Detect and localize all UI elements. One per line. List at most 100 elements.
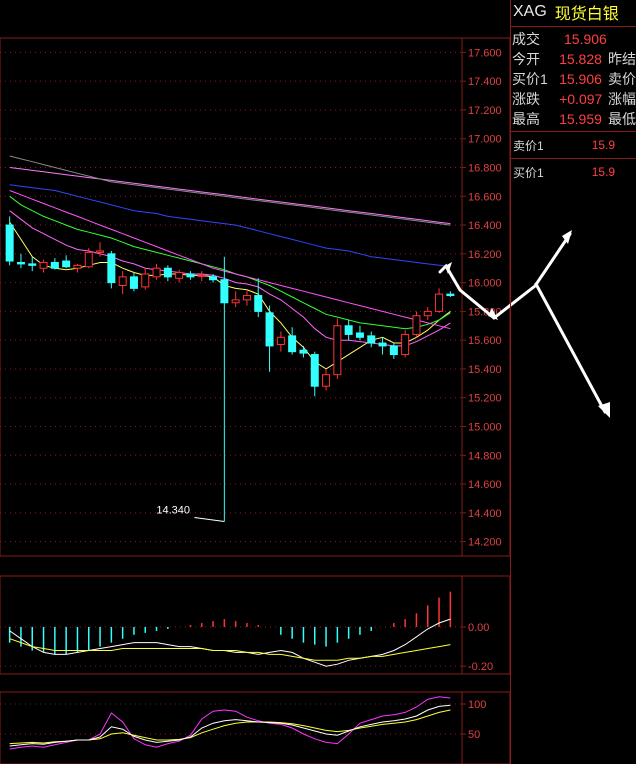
order-book-bid: 买价1 15.9 xyxy=(511,161,636,183)
quote-label: 最高 xyxy=(512,111,540,127)
quote-divider xyxy=(511,26,636,27)
quote-panel: XAG 现货白银 成交 15.906 今开 15.828 昨结 买价1 15.9… xyxy=(510,0,636,764)
candle-down xyxy=(310,354,319,387)
quote-label: 涨跌 xyxy=(512,91,540,107)
quote-header: XAG 现货白银 xyxy=(511,0,636,24)
candle-up xyxy=(197,274,206,277)
low-annotation-label: 14.340 xyxy=(156,504,190,516)
price-panel-tick-label: 16.800 xyxy=(468,163,502,175)
price-panel-tick-label: 16.000 xyxy=(468,278,502,290)
price-panel-tick-label: 17.000 xyxy=(468,134,502,146)
price-panel-tick-label: 14.200 xyxy=(468,537,502,549)
candle-down xyxy=(220,279,229,304)
candle-up xyxy=(333,325,342,376)
price-panel-tick-label: 15.000 xyxy=(468,422,502,434)
kdj-panel-frame xyxy=(0,691,511,764)
candle-up xyxy=(423,310,432,317)
candle-up xyxy=(39,261,48,269)
kdj-k-line xyxy=(9,704,451,747)
candle-down xyxy=(28,263,37,266)
macd-panel-tick-label: -0.20 xyxy=(468,661,493,673)
candle-up xyxy=(412,315,421,335)
moving-average-line-1 xyxy=(9,221,451,370)
candle-down xyxy=(446,293,455,297)
candle-up xyxy=(401,333,410,356)
candle-up xyxy=(84,251,93,268)
macd-dea-line xyxy=(9,638,451,661)
quote-label2: 昨结 xyxy=(608,51,636,67)
macd-dif-line xyxy=(9,618,451,667)
price-panel-tick-label: 17.400 xyxy=(468,76,502,88)
candle-down xyxy=(344,325,353,335)
candle-down xyxy=(367,335,376,344)
candle-up xyxy=(73,264,82,269)
quote-label2: 涨幅 xyxy=(608,91,636,107)
candle-down xyxy=(389,345,398,356)
price-panel-tick-label: 15.600 xyxy=(468,335,502,347)
moving-average-line-4 xyxy=(9,190,451,330)
quote-label: 买价1 xyxy=(512,71,548,87)
candle-down xyxy=(254,295,263,312)
quote-name: 现货白银 xyxy=(554,6,619,23)
candle-down xyxy=(378,342,387,347)
candle-down xyxy=(265,312,274,347)
price-panel-tick-label: 17.200 xyxy=(468,105,502,117)
quote-row-bid: 买价1 15.906 卖价 xyxy=(511,69,636,89)
candle-down xyxy=(62,260,71,268)
ask-label: 卖价1 xyxy=(513,138,544,153)
quote-row-last: 成交 15.906 xyxy=(511,29,636,49)
quote-label: 今开 xyxy=(512,51,540,67)
quote-value: +0.097 xyxy=(559,91,603,107)
order-book-ask: 卖价1 15.9 xyxy=(511,134,636,156)
bid-value: 15.9 xyxy=(591,165,616,179)
candle-up xyxy=(118,276,127,286)
candle-up xyxy=(242,295,251,301)
price-panel-tick-label: 14.600 xyxy=(468,479,502,491)
price-panel-tick-label: 17.600 xyxy=(468,47,502,59)
candle-down xyxy=(50,261,59,269)
candle-up xyxy=(276,336,285,345)
candle-down xyxy=(299,349,308,354)
candle-up xyxy=(231,299,240,304)
candle-up xyxy=(96,250,105,253)
candle-up xyxy=(322,374,331,387)
kdj-panel-tick-label: 50 xyxy=(468,729,480,741)
candle-up xyxy=(152,267,161,278)
quote-row-change: 涨跌 +0.097 涨幅 xyxy=(511,89,636,109)
quote-divider xyxy=(511,158,636,159)
quote-label2: 卖价 xyxy=(608,71,636,87)
quote-symbol: XAG xyxy=(513,3,547,20)
candle-down xyxy=(107,253,116,284)
price-panel-tick-label: 16.400 xyxy=(468,220,502,232)
price-panel-tick-label: 15.400 xyxy=(468,364,502,376)
quote-row-high: 最高 15.959 最低 xyxy=(511,109,636,129)
low-annotation-line xyxy=(194,516,225,522)
candle-down xyxy=(186,273,195,278)
candle-down xyxy=(163,267,172,278)
quote-row-open: 今开 15.828 昨结 xyxy=(511,49,636,69)
candle-up xyxy=(141,273,150,288)
quote-divider xyxy=(511,131,636,132)
candle-down xyxy=(16,261,25,265)
price-panel-tick-label: 16.600 xyxy=(468,191,502,203)
quote-value: 15.959 xyxy=(559,111,602,127)
price-panel-tick-label: 14.400 xyxy=(468,508,502,520)
macd-panel-tick-label: 0.00 xyxy=(468,622,489,634)
ask-value: 15.9 xyxy=(591,138,616,152)
candle-down xyxy=(209,276,218,281)
candle-down xyxy=(129,276,138,289)
price-panel-tick-label: 15.200 xyxy=(468,393,502,405)
macd-panel-frame xyxy=(0,575,511,675)
bid-label: 买价1 xyxy=(513,165,544,180)
quote-value: 15.828 xyxy=(559,51,602,67)
quote-label2: 最低 xyxy=(608,111,636,127)
kdj-j-line xyxy=(9,696,451,750)
quote-value: 15.906 xyxy=(564,31,607,47)
price-panel-tick-label: 14.800 xyxy=(468,450,502,462)
kdj-panel-tick-label: 100 xyxy=(468,699,486,711)
quote-label: 成交 xyxy=(512,31,540,47)
quote-value: 15.906 xyxy=(559,71,602,87)
kdj-d-line xyxy=(9,709,451,745)
candle-down xyxy=(5,224,14,262)
candle-up xyxy=(175,272,184,279)
